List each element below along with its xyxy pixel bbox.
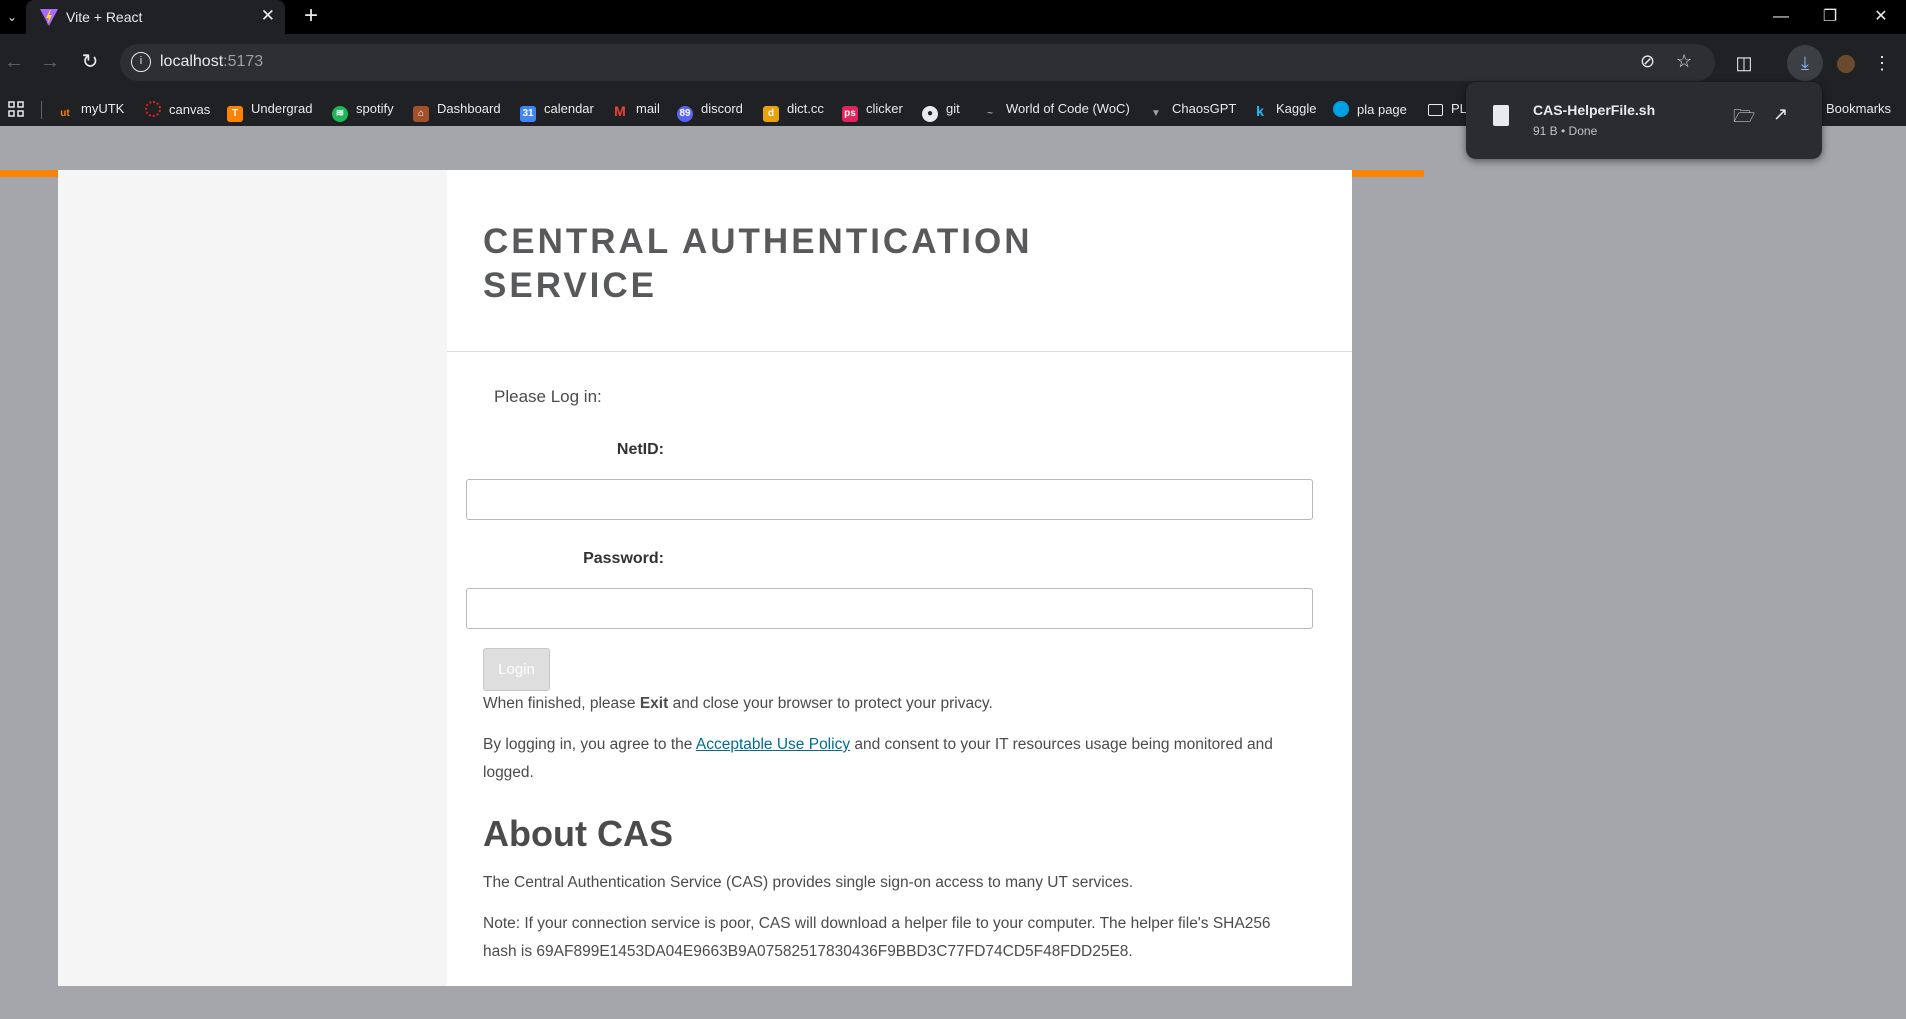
profile-avatar[interactable]: [1831, 48, 1861, 78]
page-title: CENTRAL AUTHENTICATION SERVICE: [483, 222, 1033, 305]
exit-keyword: Exit: [639, 695, 669, 712]
dashboard-icon: ⌂: [413, 106, 429, 122]
password-label: Password:: [583, 550, 664, 567]
apps-grid-icon[interactable]: [8, 101, 24, 117]
vite-logo-icon: [40, 9, 58, 26]
minimize-window-icon[interactable]: —: [1769, 5, 1793, 29]
file-icon: [1493, 105, 1509, 126]
new-tab-button[interactable]: +: [298, 3, 324, 29]
acceptable-use-policy-link[interactable]: Acceptable Use Policy: [696, 736, 850, 753]
discord-icon: 89: [677, 106, 693, 122]
dictcc-icon: d: [763, 106, 779, 122]
bookmark-star-icon[interactable]: ☆: [1676, 51, 1692, 72]
bookmark-world-of-code[interactable]: ~ World of Code (WoC): [982, 101, 1130, 122]
ut-t-icon: T: [227, 106, 243, 122]
url-host: localhost: [160, 53, 224, 70]
netid-input[interactable]: [466, 479, 1313, 520]
show-in-folder-icon[interactable]: 🗁: [1733, 104, 1755, 134]
restore-window-icon[interactable]: ❐: [1818, 5, 1842, 29]
policy-notice: By logging in, you agree to the Acceptab…: [483, 736, 1273, 781]
bookmark-dictcc[interactable]: d dict.cc: [763, 101, 824, 122]
close-window-icon[interactable]: ✕: [1869, 5, 1893, 29]
forward-arrow-icon[interactable]: →: [36, 48, 64, 76]
tab-title: Vite + React: [66, 9, 143, 25]
spotify-icon: ≋: [332, 106, 348, 122]
address-bar[interactable]: i localhost:5173 ⊘ ☆: [120, 44, 1715, 81]
about-text: The Central Authentication Service (CAS)…: [483, 874, 1134, 891]
bookmark-myutk[interactable]: ut myUTK: [57, 101, 124, 122]
calendar-icon: 31: [520, 106, 536, 122]
chaosgpt-icon: ▼: [1151, 108, 1161, 119]
canvas-icon: [145, 101, 161, 117]
download-status: 91 B • Done: [1533, 124, 1598, 138]
bookmark-canvas[interactable]: canvas: [145, 101, 210, 117]
browser-tab[interactable]: Vite + React ✕: [26, 0, 285, 34]
bookmark-folder-pl[interactable]: PL: [1428, 101, 1467, 116]
url-port: :5173: [223, 53, 264, 70]
bookmark-calendar[interactable]: 31 calendar: [520, 101, 594, 122]
all-bookmarks-folder[interactable]: Bookmarks: [1826, 101, 1891, 116]
tab-search-button[interactable]: ⌄: [2, 7, 22, 27]
open-external-icon[interactable]: ↗: [1773, 104, 1788, 125]
login-button[interactable]: Login: [483, 648, 550, 691]
note-text: Note: If your connection service is poor…: [483, 915, 1271, 960]
woc-icon: ~: [987, 108, 993, 119]
reload-icon[interactable]: ↻: [76, 48, 104, 76]
bookmark-dashboard[interactable]: ⌂ Dashboard: [413, 101, 501, 122]
accent-bar-right: [1352, 170, 1424, 177]
myutk-icon: ut: [60, 108, 70, 119]
kaggle-icon: k: [1256, 103, 1264, 119]
bookmark-git[interactable]: ● git: [922, 101, 960, 122]
more-menu-icon[interactable]: ⋮: [1867, 48, 1897, 78]
camera-off-icon[interactable]: ⊘: [1640, 51, 1655, 72]
extensions-puzzle-icon[interactable]: ◫: [1729, 48, 1759, 78]
folder-icon: [1428, 104, 1443, 116]
bookmark-discord[interactable]: 89 discord: [677, 101, 743, 122]
bookmarks-divider: [41, 101, 42, 119]
login-panel: CENTRAL AUTHENTICATION SERVICE Please Lo…: [447, 170, 1352, 986]
downloads-bubble: CAS-HelperFile.sh 91 B • Done 🗁 ↗: [1466, 82, 1822, 159]
close-tab-icon[interactable]: ✕: [261, 6, 275, 26]
about-heading: About CAS: [483, 813, 673, 854]
tab-strip: ⌄ Vite + React ✕ + — ❐ ✕: [0, 0, 1906, 34]
github-icon: ●: [922, 106, 938, 122]
download-icon[interactable]: ⤓: [1787, 45, 1823, 81]
password-input[interactable]: [466, 588, 1313, 629]
bookmark-clicker[interactable]: ps clicker: [842, 101, 903, 122]
url-text[interactable]: localhost:5173: [160, 53, 263, 71]
exit-notice: When finished, please Exit and close you…: [483, 695, 993, 712]
clicker-icon: ps: [842, 106, 858, 122]
bookmark-undergrad[interactable]: T Undergrad: [227, 101, 312, 122]
bookmark-mail[interactable]: Mmail: [612, 101, 660, 119]
left-panel: [58, 170, 447, 986]
salesforce-cloud-icon: [1333, 101, 1349, 117]
gmail-icon: M: [614, 103, 626, 119]
accent-bar-left: [0, 170, 58, 177]
download-filename[interactable]: CAS-HelperFile.sh: [1533, 102, 1655, 118]
login-prompt: Please Log in:: [494, 387, 602, 406]
bookmark-chaosgpt[interactable]: ▼ ChaosGPT: [1148, 101, 1236, 122]
bookmark-pla-page[interactable]: pla page: [1333, 101, 1407, 117]
bookmark-spotify[interactable]: ≋ spotify: [332, 101, 394, 122]
back-arrow-icon[interactable]: ←: [0, 48, 28, 76]
site-info-icon[interactable]: i: [131, 52, 151, 72]
netid-label: NetID:: [616, 441, 664, 458]
bookmark-kaggle[interactable]: k Kaggle: [1252, 101, 1316, 119]
page-header: CENTRAL AUTHENTICATION SERVICE: [447, 170, 1352, 352]
